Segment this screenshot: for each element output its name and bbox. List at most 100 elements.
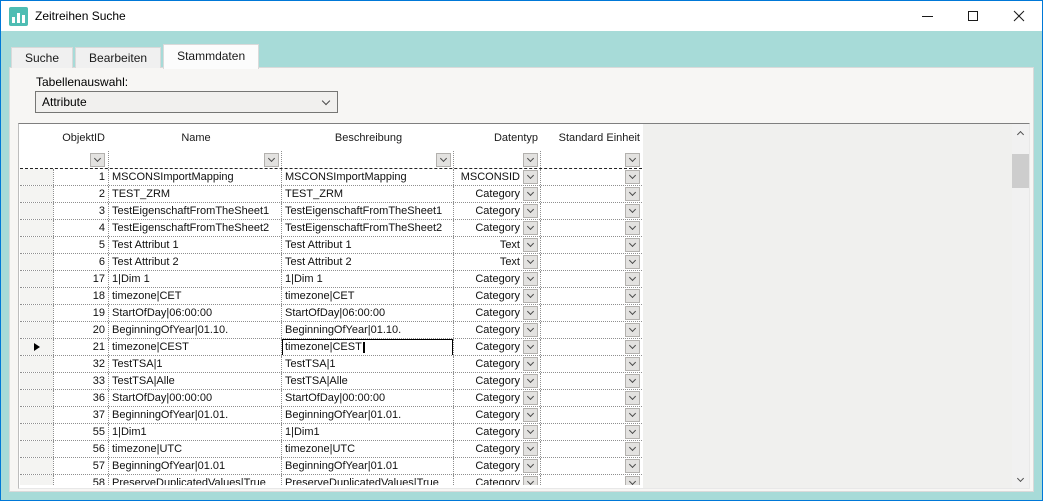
cell-objektid[interactable]: 33	[53, 373, 108, 389]
scroll-up-button[interactable]	[1012, 124, 1029, 141]
cell-dropdown-button[interactable]	[625, 204, 640, 218]
cell-edit-input[interactable]: timezone|CEST	[282, 339, 453, 355]
cell-dropdown-button[interactable]	[625, 289, 640, 303]
row-header-cell[interactable]	[20, 339, 53, 355]
cell-dropdown-button[interactable]	[523, 425, 538, 439]
vertical-scrollbar[interactable]	[1012, 124, 1029, 488]
cell-name[interactable]: MSCONSImportMapping	[108, 169, 281, 185]
cell-datentyp[interactable]: Category	[453, 475, 540, 485]
cell-dropdown-button[interactable]	[523, 238, 538, 252]
column-header-datentyp[interactable]: Datentyp	[453, 125, 540, 151]
cell-datentyp[interactable]: Category	[453, 390, 540, 406]
cell-beschreibung[interactable]: Test Attribut 1	[281, 237, 453, 253]
cell-datentyp[interactable]: Text	[453, 237, 540, 253]
cell-name[interactable]: timezone|CET	[108, 288, 281, 304]
cell-name[interactable]: StartOfDay|06:00:00	[108, 305, 281, 321]
cell-standard-einheit[interactable]	[540, 458, 642, 474]
filter-dropdown-button[interactable]	[523, 153, 538, 167]
cell-standard-einheit[interactable]	[540, 237, 642, 253]
cell-name[interactable]: TestEigenschaftFromTheSheet2	[108, 220, 281, 236]
cell-dropdown-button[interactable]	[523, 170, 538, 184]
row-header-cell[interactable]	[20, 441, 53, 457]
cell-standard-einheit[interactable]	[540, 441, 642, 457]
cell-dropdown-button[interactable]	[523, 289, 538, 303]
cell-beschreibung[interactable]: TestEigenschaftFromTheSheet1	[281, 203, 453, 219]
cell-datentyp[interactable]: Category	[453, 407, 540, 423]
scrollbar-track[interactable]	[1012, 141, 1029, 471]
cell-datentyp[interactable]: Category	[453, 339, 540, 355]
cell-name[interactable]: TEST_ZRM	[108, 186, 281, 202]
cell-name[interactable]: BeginningOfYear|01.01.	[108, 407, 281, 423]
cell-name[interactable]: timezone|CEST	[108, 339, 281, 355]
cell-dropdown-button[interactable]	[523, 442, 538, 456]
cell-standard-einheit[interactable]	[540, 288, 642, 304]
row-header-cell[interactable]	[20, 407, 53, 423]
row-header-cell[interactable]	[20, 424, 53, 440]
cell-objektid[interactable]: 21	[53, 339, 108, 355]
cell-objektid[interactable]: 36	[53, 390, 108, 406]
cell-beschreibung[interactable]: TestEigenschaftFromTheSheet2	[281, 220, 453, 236]
filter-dropdown-button[interactable]	[625, 153, 640, 167]
filter-dropdown-button[interactable]	[264, 153, 279, 167]
cell-beschreibung[interactable]: Test Attribut 2	[281, 254, 453, 270]
cell-name[interactable]: Test Attribut 2	[108, 254, 281, 270]
column-header-standard-einheit[interactable]: Standard Einheit	[540, 125, 642, 151]
cell-dropdown-button[interactable]	[625, 306, 640, 320]
cell-datentyp[interactable]: Category	[453, 373, 540, 389]
cell-beschreibung[interactable]: StartOfDay|06:00:00	[281, 305, 453, 321]
cell-standard-einheit[interactable]	[540, 373, 642, 389]
cell-datentyp[interactable]: Category	[453, 203, 540, 219]
cell-beschreibung[interactable]: PreserveDuplicatedValues|True	[281, 475, 453, 485]
cell-dropdown-button[interactable]	[625, 425, 640, 439]
cell-objektid[interactable]: 17	[53, 271, 108, 287]
filter-dropdown-button[interactable]	[90, 153, 105, 167]
cell-standard-einheit[interactable]	[540, 339, 642, 355]
cell-dropdown-button[interactable]	[625, 187, 640, 201]
row-header-cell[interactable]	[20, 271, 53, 287]
cell-objektid[interactable]: 18	[53, 288, 108, 304]
cell-objektid[interactable]: 6	[53, 254, 108, 270]
cell-objektid[interactable]: 56	[53, 441, 108, 457]
cell-name[interactable]: PreserveDuplicatedValues|True	[108, 475, 281, 485]
cell-dropdown-button[interactable]	[625, 374, 640, 388]
row-header-cell[interactable]	[20, 373, 53, 389]
cell-standard-einheit[interactable]	[540, 186, 642, 202]
cell-datentyp[interactable]: Category	[453, 288, 540, 304]
cell-objektid[interactable]: 3	[53, 203, 108, 219]
cell-dropdown-button[interactable]	[523, 187, 538, 201]
cell-standard-einheit[interactable]	[540, 203, 642, 219]
minimize-button[interactable]	[904, 1, 950, 31]
cell-objektid[interactable]: 19	[53, 305, 108, 321]
maximize-button[interactable]	[950, 1, 996, 31]
cell-beschreibung[interactable]: TestTSA|1	[281, 356, 453, 372]
cell-datentyp[interactable]: Text	[453, 254, 540, 270]
cell-dropdown-button[interactable]	[625, 442, 640, 456]
cell-dropdown-button[interactable]	[625, 170, 640, 184]
close-button[interactable]	[996, 1, 1042, 31]
cell-dropdown-button[interactable]	[523, 204, 538, 218]
cell-dropdown-button[interactable]	[625, 238, 640, 252]
cell-dropdown-button[interactable]	[523, 459, 538, 473]
cell-dropdown-button[interactable]	[523, 408, 538, 422]
tabellenauswahl-combobox[interactable]: Attribute	[35, 91, 338, 113]
cell-dropdown-button[interactable]	[625, 476, 640, 485]
cell-name[interactable]: TestTSA|Alle	[108, 373, 281, 389]
cell-standard-einheit[interactable]	[540, 271, 642, 287]
row-header-cell[interactable]	[20, 203, 53, 219]
row-header-cell[interactable]	[20, 169, 53, 185]
tab-bearbeiten[interactable]: Bearbeiten	[75, 47, 161, 68]
cell-dropdown-button[interactable]	[625, 408, 640, 422]
cell-dropdown-button[interactable]	[523, 306, 538, 320]
cell-dropdown-button[interactable]	[625, 221, 640, 235]
cell-beschreibung[interactable]: BeginningOfYear|01.01.	[281, 407, 453, 423]
row-header-cell[interactable]	[20, 322, 53, 338]
cell-name[interactable]: TestEigenschaftFromTheSheet1	[108, 203, 281, 219]
row-header-cell[interactable]	[20, 458, 53, 474]
row-header-cell[interactable]	[20, 237, 53, 253]
cell-standard-einheit[interactable]	[540, 475, 642, 485]
cell-dropdown-button[interactable]	[625, 323, 640, 337]
cell-dropdown-button[interactable]	[523, 391, 538, 405]
cell-beschreibung[interactable]: TestTSA|Alle	[281, 373, 453, 389]
row-header-cell[interactable]	[20, 475, 53, 485]
cell-objektid[interactable]: 2	[53, 186, 108, 202]
